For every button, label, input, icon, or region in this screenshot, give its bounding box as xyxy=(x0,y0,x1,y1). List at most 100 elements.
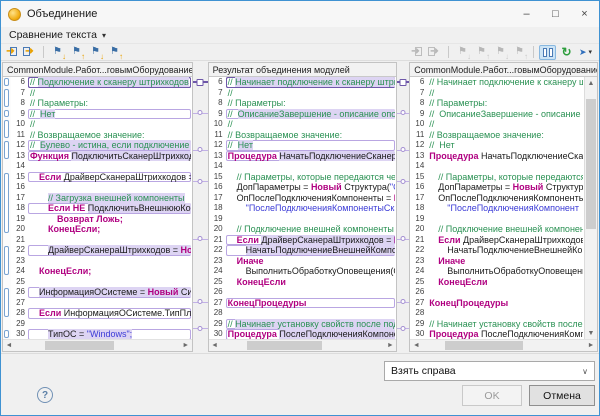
code-line[interactable]: 30ТипОС = "Windows"; xyxy=(11,329,192,339)
scroll-down-icon[interactable]: ▼ xyxy=(585,327,597,339)
previous-difference-icon[interactable]: ⚑↑ xyxy=(473,45,490,60)
code-line[interactable]: 13Функция ПодключитьСканерШтрихкодов( xyxy=(11,151,192,162)
code-line[interactable]: 8// Параметры: xyxy=(410,98,584,109)
code-line[interactable]: 19 xyxy=(209,214,397,225)
maximize-icon[interactable]: □ xyxy=(541,1,570,27)
right-panel-hscrollbar[interactable]: ◄ ► xyxy=(410,339,597,351)
code-line[interactable]: 29// Начинает установку свойств после по… xyxy=(209,319,397,330)
code-line[interactable]: 10// xyxy=(209,119,397,130)
diff-connector-handle[interactable] xyxy=(198,236,203,241)
minimize-icon[interactable]: – xyxy=(512,1,541,27)
take-from-right-icon[interactable]: ➔ xyxy=(21,45,38,60)
scroll-left-icon[interactable]: ◄ xyxy=(3,340,15,351)
change-block-marker[interactable] xyxy=(4,120,9,138)
change-block-marker[interactable] xyxy=(4,110,9,118)
code-line[interactable]: 28 xyxy=(209,308,397,319)
cancel-button[interactable]: Отмена xyxy=(529,385,595,406)
split-view-toggle-icon[interactable] xyxy=(539,45,556,60)
diff-connector-handle[interactable] xyxy=(401,110,406,115)
code-line[interactable]: 6// Начинает подключение к сканеру ш xyxy=(410,77,584,88)
code-line[interactable]: 30Процедура ПослеПодключенияКомпо xyxy=(410,329,584,339)
code-line[interactable]: 21Если ДрайверСканераШтрихкодов = xyxy=(410,235,584,246)
code-line[interactable]: 16ДопПараметры = Новый Структура( xyxy=(410,182,584,193)
code-line[interactable]: 10// xyxy=(410,119,584,130)
scroll-right-icon[interactable]: ► xyxy=(384,340,396,351)
ok-button[interactable]: OK xyxy=(462,385,522,406)
code-line[interactable]: 12// Булево - истина, если подключение п… xyxy=(11,140,192,151)
code-line[interactable]: 24КонецЕсли; xyxy=(11,266,192,277)
code-line[interactable]: 25КонецЕсли xyxy=(209,277,397,288)
diff-connector-handle[interactable] xyxy=(197,79,204,86)
code-line[interactable]: 9// Нет xyxy=(11,109,192,120)
code-line[interactable]: 6// Начинает подключение к сканеру штрих… xyxy=(209,77,397,88)
code-line[interactable]: 12// Нет xyxy=(209,140,397,151)
scroll-left-icon[interactable]: ◄ xyxy=(410,340,422,351)
code-line[interactable]: 22НачатьПодключениеВнешнейКомпонен xyxy=(209,245,397,256)
hscroll-thumb[interactable] xyxy=(445,341,523,350)
code-line[interactable]: 12// Нет xyxy=(410,140,584,151)
code-line[interactable]: 19Возврат Ложь; xyxy=(11,214,192,225)
code-line[interactable]: 20// Подключение внешней компоненты ск xyxy=(209,224,397,235)
code-line[interactable]: 23Иначе xyxy=(410,256,584,267)
code-line[interactable]: 14 xyxy=(11,161,192,172)
code-line[interactable]: 24ВыполнитьОбработкуОповещени xyxy=(410,266,584,277)
code-line[interactable]: 14 xyxy=(410,161,584,172)
code-line[interactable]: 28 xyxy=(410,308,584,319)
change-block-marker[interactable] xyxy=(4,288,9,317)
code-line[interactable]: 26ИнформацияОСистеме = Новый Систе xyxy=(11,287,192,298)
take-from-left-icon[interactable]: ➔ xyxy=(407,45,424,60)
next-unmerged-difference-icon[interactable]: ⚑↓ xyxy=(87,45,104,60)
code-line[interactable]: 17ОпПослеПодключенияКомпоненты xyxy=(410,193,584,204)
code-line[interactable]: 21 xyxy=(11,235,192,246)
code-line[interactable]: 27 xyxy=(11,298,192,309)
code-line[interactable]: 7// xyxy=(11,88,192,99)
diff-connector-handle[interactable] xyxy=(198,299,203,304)
code-line[interactable]: 22НачатьПодключениеВнешнейКом xyxy=(410,245,584,256)
take-from-right-icon[interactable]: ➔ xyxy=(426,45,443,60)
code-line[interactable]: 13Процедура НачатьПодключениеСканераШт xyxy=(209,151,397,162)
code-line[interactable]: 20КонецЕсли; xyxy=(11,224,192,235)
code-line[interactable]: 8// Параметры: xyxy=(209,98,397,109)
code-line[interactable]: 18"ПослеПодключенияКомпонент xyxy=(410,203,584,214)
code-line[interactable]: 27КонецПроцедуры xyxy=(410,298,584,309)
scroll-up-icon[interactable]: ▲ xyxy=(585,77,597,89)
diff-connector-handle[interactable] xyxy=(401,147,406,152)
scroll-right-icon[interactable]: ► xyxy=(585,340,597,351)
right-panel-vscrollbar[interactable]: ▲ ▼ xyxy=(584,77,597,339)
next-difference-icon[interactable]: ⚑↓ xyxy=(49,45,66,60)
change-block-marker[interactable] xyxy=(4,246,9,275)
code-line[interactable]: 11// Возвращаемое значение: xyxy=(410,130,584,141)
code-line[interactable]: 6// Подключение к сканеру штрихкодов xyxy=(11,77,192,88)
code-line[interactable]: 26 xyxy=(410,287,584,298)
previous-unmerged-icon[interactable]: ⚑↑ xyxy=(511,45,528,60)
code-line[interactable]: 23Иначе xyxy=(209,256,397,267)
code-line[interactable]: 11// Возвращаемое значение: xyxy=(11,130,192,141)
diff-connector-handle[interactable] xyxy=(198,179,203,184)
code-line[interactable]: 22ДрайверСканераШтрихкодов = Новый xyxy=(11,245,192,256)
change-block-marker[interactable] xyxy=(4,330,9,338)
code-line[interactable]: 27КонецПроцедуры xyxy=(209,298,397,309)
previous-unmerged-difference-icon[interactable]: ⚑↑ xyxy=(106,45,123,60)
code-line[interactable]: 17ОпПослеПодключенияКомпоненты = Нов xyxy=(209,193,397,204)
code-line[interactable]: 29// Начинает установку свойств после п xyxy=(410,319,584,330)
code-line[interactable]: 25КонецЕсли xyxy=(410,277,584,288)
code-line[interactable]: 10// xyxy=(11,119,192,130)
code-line[interactable]: 14 xyxy=(209,161,397,172)
diff-connector-handle[interactable] xyxy=(400,79,407,86)
code-line[interactable]: 11// Возвращаемое значение: xyxy=(209,130,397,141)
help-icon[interactable]: ? xyxy=(37,387,53,403)
left-panel-hscrollbar[interactable]: ◄ ► xyxy=(3,339,192,351)
code-line[interactable]: 7// xyxy=(209,88,397,99)
diff-connector-handle[interactable] xyxy=(401,236,406,241)
code-line[interactable]: 15Если ДрайверСканераШтрихкодов = Нео xyxy=(11,172,192,183)
code-line[interactable]: 20// Подключение внешней компонен xyxy=(410,224,584,235)
scroll-right-icon[interactable]: ► xyxy=(180,340,192,351)
scroll-left-icon[interactable]: ◄ xyxy=(209,340,221,351)
code-line[interactable]: 21Если ДрайверСканераШтрихкодов = Неоп xyxy=(209,235,397,246)
code-line[interactable]: 8// Параметры: xyxy=(11,98,192,109)
diff-connector-handle[interactable] xyxy=(198,110,203,115)
hscroll-thumb[interactable] xyxy=(247,341,322,350)
diff-connector-handle[interactable] xyxy=(198,147,203,152)
hscroll-thumb[interactable] xyxy=(45,341,114,350)
code-line[interactable]: 18"ПослеПодключенияКомпонентыСка xyxy=(209,203,397,214)
